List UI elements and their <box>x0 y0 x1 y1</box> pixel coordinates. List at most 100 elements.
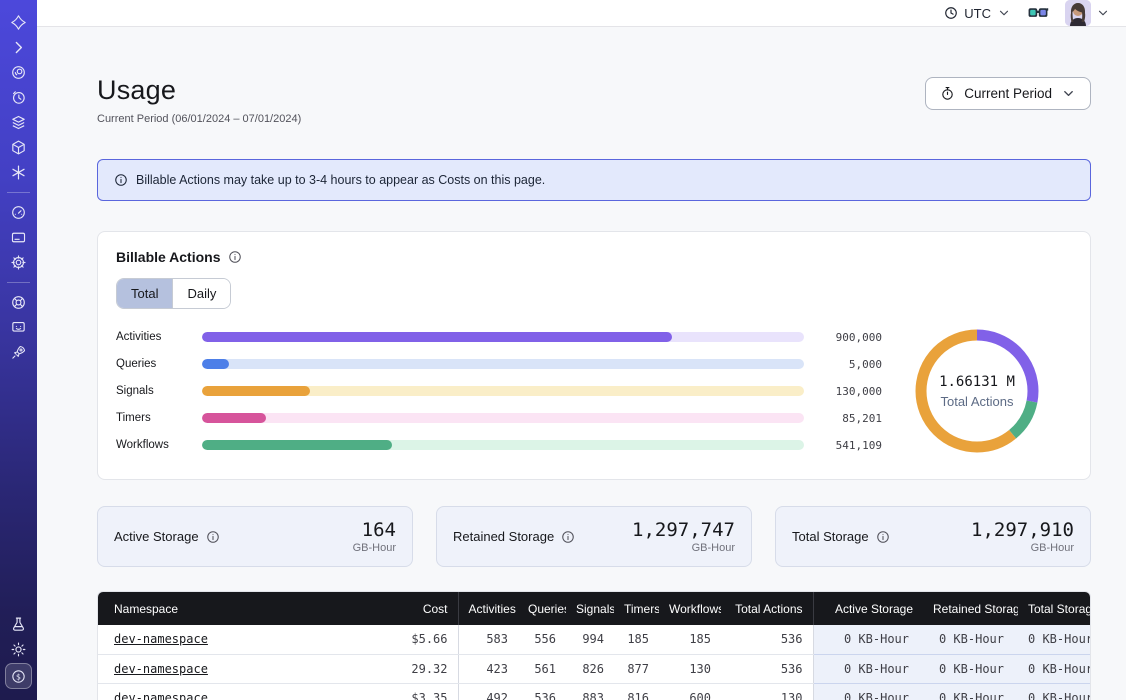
cell-cost: $3.35 <box>348 683 458 700</box>
retained-storage-label: Retained Storage <box>453 529 554 544</box>
col-header-signals[interactable]: Signals <box>566 592 614 625</box>
cell-retained-storage: 0 KB-Hour <box>923 683 1018 700</box>
cell-timers: 877 <box>614 654 659 683</box>
col-header-queries[interactable]: Queries <box>518 592 566 625</box>
support-lifebuoy-icon[interactable] <box>6 291 32 314</box>
bar-row-activities: Activities 900,000 <box>116 324 882 351</box>
chart-mode-tabs: Total Daily <box>116 278 231 309</box>
cell-active-storage: 0 KB-Hour <box>813 625 923 654</box>
namespace-link[interactable]: dev-namespace <box>114 632 208 646</box>
cell-workflows: 185 <box>659 625 721 654</box>
cell-total-storage: 0 KB-Hour <box>1018 654 1090 683</box>
chevron-down-icon <box>1096 6 1110 20</box>
theme-sun-icon[interactable] <box>6 638 32 661</box>
info-banner: Billable Actions may take up to 3-4 hour… <box>97 159 1091 201</box>
table-row: dev-namespace $5.66 583 556 994 185 185 … <box>98 625 1090 654</box>
cell-activities: 492 <box>458 683 518 700</box>
bar-row-timers: Timers 85,201 <box>116 405 882 432</box>
bar-label: Timers <box>116 412 202 424</box>
col-header-total-storage[interactable]: Total Storage <box>1018 592 1090 625</box>
schedules-icon[interactable] <box>6 86 32 109</box>
retained-storage-unit: GB-Hour <box>632 542 735 554</box>
col-header-namespace[interactable]: Namespace <box>98 592 348 625</box>
chevron-down-icon <box>1061 86 1076 101</box>
retained-storage-value: 1,297,747 <box>632 519 735 541</box>
namespace-link[interactable]: dev-namespace <box>114 662 208 676</box>
info-banner-text: Billable Actions may take up to 3-4 hour… <box>136 173 545 187</box>
bar-value: 900,000 <box>804 331 882 344</box>
getting-started-rocket-icon[interactable] <box>6 341 32 364</box>
tab-total[interactable]: Total <box>117 279 172 308</box>
total-actions-donut-chart: 1.66131 M Total Actions <box>882 323 1072 459</box>
feedback-glasses-icon[interactable] <box>1027 5 1049 21</box>
active-storage-unit: GB-Hour <box>353 542 396 554</box>
info-icon[interactable] <box>561 530 575 544</box>
lab-flask-icon[interactable] <box>6 613 32 636</box>
total-storage-value: 1,297,910 <box>971 519 1074 541</box>
docs-screen-icon[interactable] <box>6 316 32 339</box>
actions-asterisk-icon[interactable] <box>6 161 32 184</box>
bar-value: 130,000 <box>804 385 882 398</box>
active-storage-label: Active Storage <box>114 529 199 544</box>
col-header-active-storage[interactable]: Active Storage <box>813 592 923 625</box>
col-header-retained-storage[interactable]: Retained Storage <box>923 592 1018 625</box>
bar-row-signals: Signals 130,000 <box>116 378 882 405</box>
sidebar-divider <box>7 282 30 283</box>
stopwatch-icon <box>940 86 955 101</box>
bar-track <box>202 332 804 342</box>
page-subtitle: Current Period (06/01/2024 – 07/01/2024) <box>97 113 301 125</box>
active-storage-card: Active Storage 164 GB-Hour <box>97 506 413 567</box>
cell-timers: 816 <box>614 683 659 700</box>
info-icon[interactable] <box>876 530 890 544</box>
col-header-total-actions[interactable]: Total Actions <box>721 592 813 625</box>
bar-track <box>202 359 804 369</box>
cell-active-storage: 0 KB-Hour <box>813 654 923 683</box>
period-dropdown-button[interactable]: Current Period <box>925 77 1091 110</box>
layers-icon[interactable] <box>6 111 32 134</box>
cell-activities: 423 <box>458 654 518 683</box>
cell-total-actions: 536 <box>721 654 813 683</box>
info-icon[interactable] <box>228 250 242 264</box>
collapse-chevron-icon[interactable] <box>6 36 32 59</box>
svg-text:$: $ <box>16 672 21 681</box>
bar-label: Workflows <box>116 439 202 451</box>
donut-caption: Total Actions <box>939 394 1015 409</box>
donut-total-value: 1.66131 M <box>939 374 1015 390</box>
bar-row-queries: Queries 5,000 <box>116 351 882 378</box>
temporal-logo-icon[interactable] <box>6 11 32 34</box>
bar-row-workflows: Workflows 541,109 <box>116 432 882 459</box>
retained-storage-card: Retained Storage 1,297,747 GB-Hour <box>436 506 752 567</box>
table-header-row: Namespace Cost Activities Queries Signal… <box>98 592 1090 625</box>
info-icon[interactable] <box>206 530 220 544</box>
col-header-timers[interactable]: Timers <box>614 592 659 625</box>
table-row: dev-namespace $3.35 492 536 883 816 600 … <box>98 683 1090 700</box>
namespace-link[interactable]: dev-namespace <box>114 691 208 700</box>
cell-workflows: 600 <box>659 683 721 700</box>
namespaces-icon[interactable] <box>6 61 32 84</box>
cell-signals: 883 <box>566 683 614 700</box>
cell-total-actions: 130 <box>721 683 813 700</box>
deployments-cube-icon[interactable] <box>6 136 32 159</box>
cell-queries: 556 <box>518 625 566 654</box>
timezone-selector[interactable]: UTC <box>944 6 1011 21</box>
settings-gear-icon[interactable] <box>6 251 32 274</box>
chevron-down-icon <box>997 6 1011 20</box>
billable-actions-card: Billable Actions Total Daily Activities … <box>97 231 1091 480</box>
page-title: Usage <box>97 75 301 106</box>
bar-label: Queries <box>116 358 202 370</box>
col-header-activities[interactable]: Activities <box>458 592 518 625</box>
tab-daily[interactable]: Daily <box>172 279 230 308</box>
col-header-cost[interactable]: Cost <box>348 592 458 625</box>
top-bar: UTC <box>37 0 1126 27</box>
user-menu[interactable] <box>1065 0 1110 26</box>
avatar <box>1065 0 1091 26</box>
bar-track <box>202 413 804 423</box>
total-storage-card: Total Storage 1,297,910 GB-Hour <box>775 506 1091 567</box>
billing-card-icon[interactable] <box>6 226 32 249</box>
col-header-workflows[interactable]: Workflows <box>659 592 721 625</box>
usage-dollar-icon[interactable]: $ <box>5 663 32 689</box>
cell-active-storage: 0 KB-Hour <box>813 683 923 700</box>
billable-actions-bar-chart: Activities 900,000 Queries 5,000 Signals… <box>116 324 882 459</box>
bar-value: 541,109 <box>804 439 882 452</box>
usage-gauge-icon[interactable] <box>6 201 32 224</box>
